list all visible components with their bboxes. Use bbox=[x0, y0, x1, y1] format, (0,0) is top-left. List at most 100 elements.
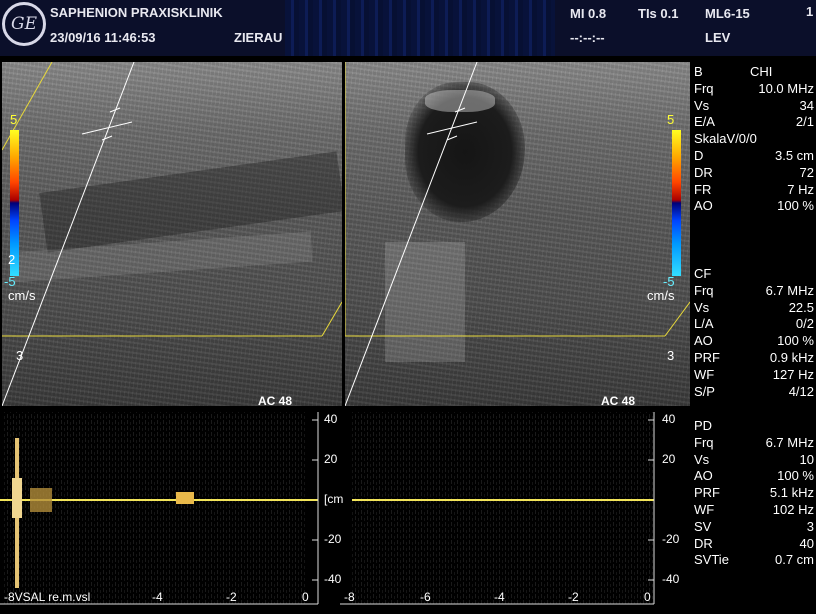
param-key: FR bbox=[694, 181, 712, 197]
param-value: 22.5 bbox=[788, 299, 814, 315]
y-unit-label: [cm bbox=[324, 492, 344, 506]
y-tick-label: -20 bbox=[324, 532, 342, 546]
operator-name: ZIERAU bbox=[234, 30, 283, 45]
flow-signal bbox=[176, 492, 194, 504]
probe-name: ML6-15 bbox=[705, 6, 750, 21]
clinic-name: SAPHENION PRAXISKLINIK bbox=[50, 5, 223, 20]
param-value: 7 Hz bbox=[787, 181, 814, 197]
param-key: Frq bbox=[694, 282, 714, 298]
gate-overlay-left bbox=[2, 62, 342, 406]
param-value: 10 bbox=[799, 451, 814, 467]
y-tick-label: -40 bbox=[662, 572, 680, 586]
param-key: DR bbox=[694, 535, 713, 551]
depth-mark-3: 3 bbox=[16, 348, 24, 363]
param-value: 100 % bbox=[777, 468, 814, 484]
exam-datetime: 23/09/16 11:46:53 bbox=[50, 30, 156, 45]
header-image-strip bbox=[285, 0, 555, 56]
param-key: Frq bbox=[694, 80, 714, 96]
timer-readout: --:--:-- bbox=[570, 30, 605, 45]
param-value: 4/12 bbox=[788, 383, 814, 399]
scale-mid-label: 2 bbox=[8, 252, 16, 267]
scale-bottom-label: -5 bbox=[663, 274, 675, 289]
y-tick-label: 20 bbox=[324, 452, 338, 466]
y-tick-label: 40 bbox=[662, 412, 676, 426]
scale-top-label: 5 bbox=[667, 112, 675, 127]
depth-mark-3: 3 bbox=[667, 348, 675, 363]
param-key: D bbox=[694, 147, 704, 163]
x-tick-label: -8 bbox=[344, 590, 355, 604]
param-value: 102 Hz bbox=[772, 501, 814, 517]
param-value: 6.7 MHz bbox=[765, 282, 814, 298]
param-key: PRF bbox=[694, 349, 720, 365]
param-key: SVTie bbox=[694, 552, 729, 568]
b-mode-subtitle: CHI bbox=[750, 64, 773, 79]
param-value: 34 bbox=[799, 97, 814, 113]
param-key: WF bbox=[694, 366, 715, 382]
x-tick-label: 0 bbox=[302, 590, 309, 604]
ge-logo: GE bbox=[2, 2, 46, 46]
x-tick-label: -2 bbox=[226, 590, 237, 604]
param-value bbox=[757, 131, 814, 148]
param-key: Vs bbox=[694, 97, 710, 113]
doppler-spectrum[interactable]: 40 20 [cm -20 -40 40 20 -20 -40 -8VSAL r… bbox=[0, 408, 690, 614]
param-value: 72 bbox=[799, 164, 814, 180]
param-value: 100 % bbox=[777, 198, 814, 214]
thermal-index: TIs 0.1 bbox=[638, 6, 679, 21]
y-tick-label: -20 bbox=[662, 532, 680, 546]
param-value: 3 bbox=[806, 518, 814, 534]
param-key: DR bbox=[694, 164, 713, 180]
b-mode-params: B CHI Frq 10.0 MHz Vs 34 E/A 2/1 SkalaV/0/0… bbox=[694, 64, 814, 215]
x-tick-label: -2 bbox=[568, 590, 579, 604]
x-tick-label: -6 bbox=[420, 590, 431, 604]
b-mode-title: B bbox=[694, 64, 703, 79]
scale-bottom-label: -5 bbox=[4, 274, 16, 289]
acoustic-output-label: AC 48 bbox=[601, 394, 636, 406]
param-key: SkalaV/0/0 bbox=[694, 131, 757, 147]
param-value: 5.1 kHz bbox=[769, 485, 814, 501]
param-value: 0.9 kHz bbox=[769, 349, 814, 365]
param-key: PRF bbox=[694, 485, 720, 501]
param-value: 40 bbox=[799, 535, 814, 551]
ultrasound-image-right[interactable]: 5 -5 cm/s 3 AC 48 bbox=[345, 62, 690, 406]
scale-unit-label: cm/s bbox=[647, 288, 675, 303]
scale-top-label: 5 bbox=[10, 112, 18, 127]
param-value: 0/2 bbox=[795, 316, 814, 332]
param-value: 6.7 MHz bbox=[765, 434, 814, 450]
ultrasound-image-left[interactable]: 5 2 -5 cm/s 3 AC 48 bbox=[2, 62, 342, 406]
param-value: 10.0 MHz bbox=[758, 80, 814, 96]
y-tick-label: 40 bbox=[324, 412, 338, 426]
page-number: 1 bbox=[806, 4, 814, 19]
param-key: WF bbox=[694, 501, 715, 517]
pd-mode-title: PD bbox=[694, 418, 713, 433]
param-key: Vs bbox=[694, 299, 710, 315]
acoustic-output-label: AC 48 bbox=[258, 394, 293, 406]
flow-signal bbox=[30, 488, 52, 512]
param-value: 0.7 cm bbox=[774, 552, 814, 568]
spectrum-footer-label: -8VSAL re.m.vsl bbox=[4, 590, 91, 604]
param-value: 3.5 cm bbox=[774, 147, 814, 163]
param-value: 2/1 bbox=[795, 114, 814, 130]
param-key: AO bbox=[694, 468, 713, 484]
y-tick-label: -40 bbox=[324, 572, 342, 586]
body-side: LEV bbox=[705, 30, 731, 45]
x-tick-label: 0 bbox=[644, 590, 651, 604]
param-value: 127 Hz bbox=[772, 366, 814, 382]
param-key: AO bbox=[694, 198, 713, 214]
param-key: L/A bbox=[694, 316, 714, 332]
x-tick-label: -4 bbox=[494, 590, 505, 604]
scale-unit-label: cm/s bbox=[8, 288, 36, 303]
param-value: 100 % bbox=[777, 333, 814, 349]
pd-mode-params: PD Frq 6.7 MHz Vs 10 AO 100 % PRF 5.1 kHz WF… bbox=[694, 418, 814, 569]
param-key: Frq bbox=[694, 434, 714, 450]
param-key: SV bbox=[694, 518, 712, 534]
header-bar: GE SAPHENION PRAXISKLINIK 23/09/16 11:46… bbox=[0, 0, 816, 56]
param-key: E/A bbox=[694, 114, 715, 130]
y-tick-label: 20 bbox=[662, 452, 676, 466]
param-key: AO bbox=[694, 333, 713, 349]
x-tick-label: -4 bbox=[152, 590, 163, 604]
mechanical-index: MI 0.8 bbox=[570, 6, 607, 21]
param-key: S/P bbox=[694, 383, 715, 399]
cf-mode-params: CF Frq 6.7 MHz Vs 22.5 L/A 0/2 AO 100 % PRF 0… bbox=[694, 266, 814, 400]
color-velocity-scale bbox=[672, 130, 681, 276]
flow-spike bbox=[12, 478, 22, 518]
